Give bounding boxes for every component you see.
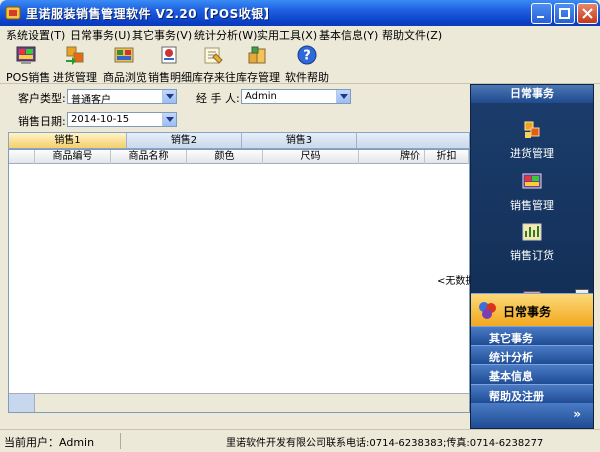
sales-form: 客户类型: 普通客户 经 手 人: Admin 销售日期: 2014-10-15 <box>0 84 470 130</box>
panel-item-sales-order[interactable]: 销售订货 <box>471 221 593 271</box>
purchase-button[interactable]: 进货管理 <box>52 44 98 84</box>
sales-detail-label: 销售明细 <box>148 71 192 84</box>
app-logo-icon <box>5 6 21 20</box>
handler-label: 经 手 人: <box>196 92 240 105</box>
panel-footer: » <box>471 403 593 428</box>
tab-sales-1[interactable]: 销售1 <box>9 133 127 148</box>
grid-footer-indicator <box>9 394 35 412</box>
status-bar: 当前用户：Admin 里诺软件开发有限公司联系电话:0714-6238383;传… <box>0 429 600 452</box>
column-header-name[interactable]: 商品名称 <box>111 150 187 164</box>
pos-sales-button[interactable]: POS销售 <box>6 44 51 84</box>
sales-manage-icon <box>522 173 542 189</box>
pos-sales-label: POS销售 <box>6 71 51 84</box>
category-other-affairs-label: 其它事务 <box>489 332 533 345</box>
maximize-button[interactable] <box>554 3 575 24</box>
panel-item-purchase-label: 进货管理 <box>510 147 554 160</box>
category-other-affairs[interactable]: 其它事务 <box>471 326 593 345</box>
purchase-icon <box>524 121 540 138</box>
tab-sales-3[interactable]: 销售3 <box>242 133 357 148</box>
purchase-label: 进货管理 <box>53 71 97 84</box>
company-contact-status: 里诺软件开发有限公司联系电话:0714-6238383;传真:0714-6238… <box>226 438 544 449</box>
window-title: 里诺服装销售管理软件 V2.20【POS收银】 <box>26 7 277 21</box>
grid-indicator-column <box>9 150 35 164</box>
close-button[interactable] <box>577 3 598 24</box>
category-help-register[interactable]: 帮助及注册 <box>471 384 593 403</box>
category-help-register-label: 帮助及注册 <box>489 390 544 403</box>
minimize-button[interactable] <box>531 3 552 24</box>
customer-type-label: 客户类型: <box>18 92 66 105</box>
menu-tools[interactable]: 实用工具(X) <box>257 27 317 43</box>
help-icon: ? <box>297 45 317 65</box>
panel-item-sales-manage[interactable]: 销售管理 <box>471 171 593 221</box>
stock-manage-label: 库存管理 <box>236 71 280 84</box>
handler-select[interactable]: Admin <box>241 89 351 104</box>
sale-date-label: 销售日期: <box>18 115 66 128</box>
status-separator <box>120 433 121 449</box>
browse-button[interactable]: 商品浏览 <box>103 44 147 84</box>
browse-label: 商品浏览 <box>103 71 147 84</box>
pos-sales-icon <box>16 46 36 64</box>
sale-date-value: 2014-10-15 <box>71 114 130 125</box>
menu-basic-info[interactable]: 基本信息(Y) <box>319 27 378 43</box>
grid-header: 商品编号 商品名称 颜色 尺码 牌价 折扣 <box>9 150 469 164</box>
sales-detail-button[interactable]: 销售明细 <box>148 44 192 84</box>
category-basic-info-label: 基本信息 <box>489 370 533 383</box>
title-bar[interactable]: 里诺服装销售管理软件 V2.20【POS收银】 <box>0 0 600 26</box>
sales-tabs: 销售1 销售2 销售3 <box>8 132 470 149</box>
column-header-code[interactable]: 商品编号 <box>35 150 111 164</box>
panel-item-purchase[interactable]: 进货管理 <box>471 119 593 169</box>
column-header-discount[interactable]: 折扣 <box>425 150 469 164</box>
column-header-color[interactable]: 颜色 <box>187 150 263 164</box>
customer-type-select[interactable]: 普通客户 <box>67 89 177 106</box>
current-user-status: 当前用户：Admin <box>4 436 95 449</box>
stock-manage-icon <box>248 46 266 64</box>
close-icon <box>582 8 593 19</box>
chevron-down-icon[interactable] <box>162 113 176 126</box>
tab-sales-2[interactable]: 销售2 <box>127 133 242 148</box>
chevron-down-icon[interactable] <box>336 90 350 103</box>
handler-value: Admin <box>245 91 277 102</box>
software-help-button[interactable]: ? 软件帮助 <box>285 44 329 84</box>
menu-daily-affairs[interactable]: 日常事务(U) <box>70 27 131 43</box>
panel-item-sales-order-label: 销售订货 <box>510 249 554 262</box>
sales-order-icon <box>522 223 542 241</box>
category-daily-affairs[interactable]: 日常事务 <box>471 293 593 326</box>
menu-help[interactable]: 帮助文件(Z) <box>382 27 442 43</box>
navigation-panel: 日常事务 进货管理 销售管理 销售订货 日常事务 其它事务 统计分析 基本信息 … <box>470 84 594 429</box>
menu-system-settings[interactable]: 系统设置(T) <box>6 27 65 43</box>
stock-flow-icon <box>204 47 223 64</box>
minimize-icon <box>537 16 544 18</box>
software-help-label: 软件帮助 <box>285 71 329 84</box>
svg-text:?: ? <box>303 49 311 64</box>
panel-item-sales-manage-label: 销售管理 <box>510 199 554 212</box>
panel-header: 日常事务 <box>471 85 593 103</box>
sales-detail-icon <box>161 46 177 64</box>
category-basic-info[interactable]: 基本信息 <box>471 364 593 384</box>
menu-other-affairs[interactable]: 其它事务(V) <box>132 27 192 43</box>
purchase-icon <box>66 46 84 65</box>
stock-flow-label: 库存来往 <box>192 71 236 84</box>
sale-date-picker[interactable]: 2014-10-15 <box>67 112 177 127</box>
toolbar: POS销售 进货管理 商品浏览 销售明细 库存来往 库存管理 ? 软件帮助 <box>0 42 600 84</box>
category-statistics-label: 统计分析 <box>489 351 533 364</box>
stock-flow-button[interactable]: 库存来往 <box>192 44 236 84</box>
category-daily-affairs-label: 日常事务 <box>503 305 552 319</box>
chevron-down-icon[interactable] <box>162 90 176 103</box>
menu-bar: 系统设置(T) 日常事务(U) 其它事务(V) 统计分析(W) 实用工具(X) … <box>0 26 600 42</box>
stock-manage-button[interactable]: 库存管理 <box>236 44 280 84</box>
category-statistics[interactable]: 统计分析 <box>471 345 593 364</box>
browse-icon <box>114 47 134 63</box>
column-header-price[interactable]: 牌价 <box>359 150 425 164</box>
daily-affairs-icon <box>479 302 496 319</box>
customer-type-value: 普通客户 <box>71 95 111 106</box>
menu-statistics[interactable]: 统计分析(W) <box>194 27 257 43</box>
sales-grid[interactable]: 商品编号 商品名称 颜色 尺码 牌价 折扣 <无数据 <box>8 149 475 413</box>
column-header-size[interactable]: 尺码 <box>263 150 359 164</box>
expand-more-icon[interactable]: » <box>573 407 581 421</box>
grid-footer <box>9 393 469 412</box>
maximize-icon <box>559 8 570 19</box>
